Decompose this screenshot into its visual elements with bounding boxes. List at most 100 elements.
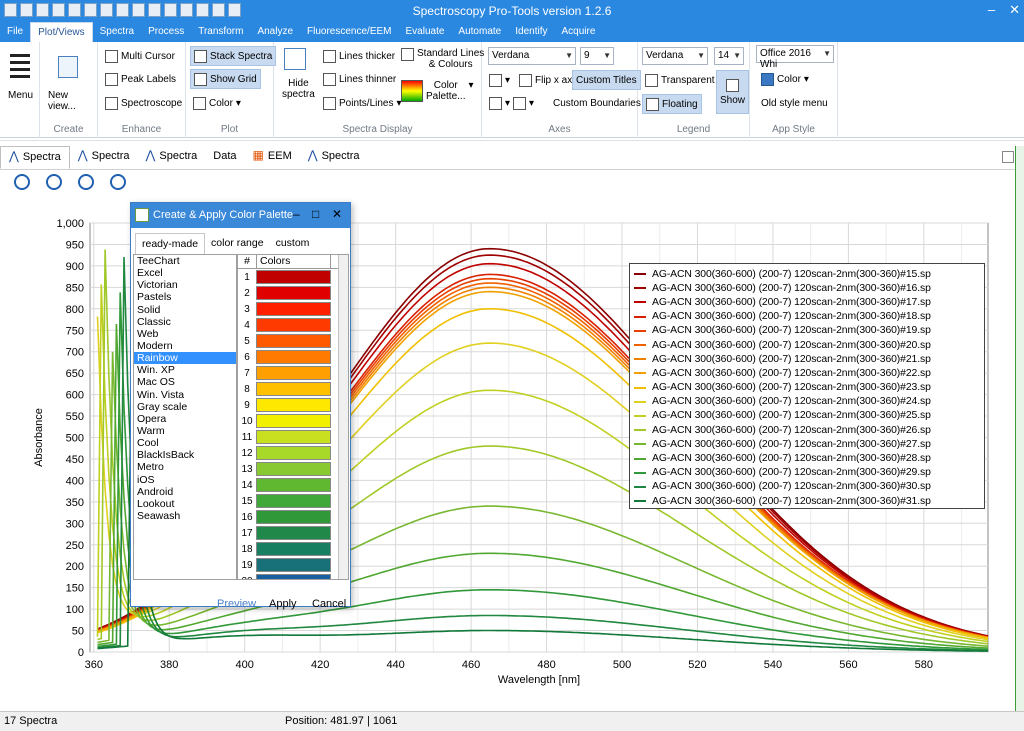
list-item[interactable]: Metro: [134, 461, 236, 473]
new-view-icon[interactable]: [58, 56, 78, 78]
legend-entry[interactable]: AG-ACN 300(360-600) (200-7) 120scan-2nm(…: [634, 324, 980, 338]
color-table[interactable]: # Colors 1234567891011121314151617181920: [237, 254, 349, 580]
tab-color-range[interactable]: color range: [205, 233, 270, 254]
app-color-button[interactable]: Color ▾: [758, 69, 812, 89]
legend-show-button[interactable]: Show: [716, 70, 750, 114]
table-row[interactable]: 18: [238, 541, 348, 557]
tab-spectra-1[interactable]: ⋀ Spectra: [0, 146, 70, 169]
list-item[interactable]: BlackIsBack: [134, 449, 236, 461]
color-swatch[interactable]: [256, 302, 331, 316]
table-row[interactable]: 7: [238, 365, 348, 381]
color-swatch[interactable]: [256, 526, 331, 540]
menu-analyze[interactable]: Analyze: [250, 22, 300, 42]
axes-size-combo[interactable]: 9 ▼: [580, 47, 614, 65]
palette-list[interactable]: TeeChart Excel Victorian Pastels Solid Classi…: [133, 254, 237, 580]
legend-font-combo[interactable]: Verdana ▼: [642, 47, 708, 65]
axis-style-button[interactable]: ▾ ▾: [486, 93, 537, 113]
list-item[interactable]: Win. Vista: [134, 389, 236, 401]
floating-button[interactable]: Floating: [642, 94, 702, 114]
menu-spectra[interactable]: Spectra: [93, 22, 141, 42]
legend-size-combo[interactable]: 14 ▼: [714, 47, 744, 65]
color-swatch[interactable]: [256, 382, 331, 396]
menu-button-label[interactable]: Menu: [8, 90, 33, 101]
transparent-button[interactable]: Transparent: [642, 70, 718, 90]
tab-data[interactable]: Data: [205, 146, 244, 169]
list-item[interactable]: Mac OS: [134, 376, 236, 388]
color-table-scrollbar[interactable]: [338, 255, 348, 579]
table-row[interactable]: 5: [238, 333, 348, 349]
list-item[interactable]: Web: [134, 328, 236, 340]
zoom-fit-icon[interactable]: [14, 174, 30, 190]
color-swatch[interactable]: [256, 574, 331, 579]
table-row[interactable]: 4: [238, 317, 348, 333]
close-icon[interactable]: ✕: [332, 207, 342, 221]
color-swatch[interactable]: [256, 542, 331, 556]
legend-entry[interactable]: AG-ACN 300(360-600) (200-7) 120scan-2nm(…: [634, 267, 980, 281]
color-swatch[interactable]: [256, 510, 331, 524]
table-row[interactable]: 9: [238, 397, 348, 413]
legend-entry[interactable]: AG-ACN 300(360-600) (200-7) 120scan-2nm(…: [634, 437, 980, 451]
list-item[interactable]: Pastels: [134, 291, 236, 303]
table-row[interactable]: 1: [238, 269, 348, 285]
legend-entry[interactable]: AG-ACN 300(360-600) (200-7) 120scan-2nm(…: [634, 466, 980, 480]
color-swatch[interactable]: [256, 462, 331, 476]
color-swatch[interactable]: [256, 494, 331, 508]
close-tab-icon[interactable]: [1002, 151, 1014, 163]
hamburger-icon[interactable]: [10, 54, 30, 78]
close-icon[interactable]: ✕: [1009, 2, 1020, 18]
axis-format-button[interactable]: ▾: [486, 70, 513, 90]
legend-entry[interactable]: AG-ACN 300(360-600) (200-7) 120scan-2nm(…: [634, 409, 980, 423]
standard-lines-button[interactable]: Standard Lines & Colours: [398, 48, 487, 74]
color-swatch[interactable]: [256, 558, 331, 572]
legend-entry[interactable]: AG-ACN 300(360-600) (200-7) 120scan-2nm(…: [634, 295, 980, 309]
show-grid-button[interactable]: Show Grid: [190, 69, 261, 89]
peak-labels-button[interactable]: Peak Labels: [102, 69, 179, 89]
apply-button[interactable]: Apply: [269, 598, 297, 610]
old-style-menu-button[interactable]: Old style menu: [758, 93, 831, 113]
menu-identify[interactable]: Identify: [508, 22, 554, 42]
menu-file[interactable]: File: [0, 22, 30, 42]
list-item[interactable]: Modern: [134, 340, 236, 352]
list-item[interactable]: Lookout: [134, 498, 236, 510]
color-swatch[interactable]: [256, 414, 331, 428]
table-row[interactable]: 10: [238, 413, 348, 429]
menu-evaluate[interactable]: Evaluate: [399, 22, 452, 42]
table-row[interactable]: 2: [238, 285, 348, 301]
maximize-icon[interactable]: □: [312, 207, 319, 221]
menu-acquire[interactable]: Acquire: [554, 22, 602, 42]
table-row[interactable]: 6: [238, 349, 348, 365]
list-item[interactable]: Android: [134, 486, 236, 498]
color-palette-button[interactable]: Color Palette... ▾: [398, 80, 477, 108]
custom-boundaries-button[interactable]: Custom Boundaries: [550, 93, 644, 113]
zoom-reset-icon[interactable]: [110, 174, 126, 190]
legend-entry[interactable]: AG-ACN 300(360-600) (200-7) 120scan-2nm(…: [634, 451, 980, 465]
legend-entry[interactable]: AG-ACN 300(360-600) (200-7) 120scan-2nm(…: [634, 281, 980, 295]
list-item[interactable]: Victorian: [134, 279, 236, 291]
table-row[interactable]: 16: [238, 509, 348, 525]
menu-plot-views[interactable]: Plot/Views: [30, 22, 93, 42]
tab-spectra-3[interactable]: ⋀ Spectra: [138, 146, 206, 169]
color-swatch[interactable]: [256, 334, 331, 348]
color-swatch[interactable]: [256, 366, 331, 380]
minimize-icon[interactable]: –: [988, 2, 995, 18]
color-swatch[interactable]: [256, 286, 331, 300]
table-row[interactable]: 17: [238, 525, 348, 541]
points-lines-button[interactable]: Points/Lines ▾: [320, 93, 405, 113]
color-swatch[interactable]: [256, 270, 331, 284]
table-row[interactable]: 14: [238, 477, 348, 493]
list-item[interactable]: Solid: [134, 304, 236, 316]
tab-custom[interactable]: custom: [270, 233, 316, 254]
hide-spectra-icon[interactable]: [284, 48, 306, 70]
tab-spectra-2[interactable]: ⋀ Spectra: [70, 146, 138, 169]
menu-process[interactable]: Process: [141, 22, 191, 42]
legend-entry[interactable]: AG-ACN 300(360-600) (200-7) 120scan-2nm(…: [634, 480, 980, 494]
list-item[interactable]: Gray scale: [134, 401, 236, 413]
color-button[interactable]: Color ▾: [190, 93, 244, 113]
hide-spectra-button[interactable]: Hide spectra: [282, 78, 315, 100]
table-row[interactable]: 15: [238, 493, 348, 509]
list-item[interactable]: Opera: [134, 413, 236, 425]
zoom-out-icon[interactable]: [78, 174, 94, 190]
multi-cursor-button[interactable]: Multi Cursor: [102, 46, 178, 66]
color-swatch[interactable]: [256, 398, 331, 412]
table-row[interactable]: 8: [238, 381, 348, 397]
